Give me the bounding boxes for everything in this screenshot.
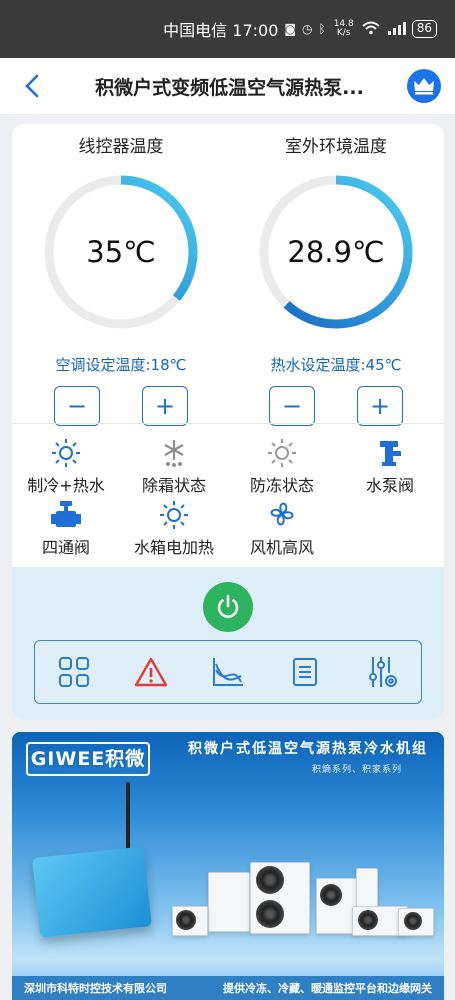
fan-grille <box>256 866 284 894</box>
grid-button[interactable] <box>52 650 96 694</box>
alarm-button[interactable] <box>129 650 173 694</box>
bluetooth-icon: ᛒ <box>318 22 326 36</box>
hot-water-setpoint: 热水设定温度:45℃ <box>270 356 402 374</box>
gauge-controller-temp: 线控器温度 35℃ 空调设定温度:18℃ − + <box>31 134 211 426</box>
sun-outline-icon <box>268 439 296 467</box>
settings-button[interactable] <box>360 650 404 694</box>
pump-valve-icon <box>380 441 401 466</box>
fan-grille <box>320 884 342 906</box>
gauge-outdoor-temp: 室外环境温度 28.9℃ 热水设定温度:45℃ − + <box>246 134 426 426</box>
carrier-time: 中国电信 17:00 <box>163 21 279 40</box>
grid-icon <box>58 657 89 687</box>
fan-grille <box>256 900 284 928</box>
status-bar: 中国电信 17:00 ◙ ◷ ᛒ 14.8 K/s 86 <box>0 0 455 58</box>
fan-grille <box>176 910 196 930</box>
ac-decrease-button[interactable]: − <box>54 386 100 426</box>
crown-icon <box>414 78 434 95</box>
banner-footer: 深圳市科特时控技术有限公司 提供冷冻、冷藏、暖通监控平台和边缘网关 <box>12 976 444 1000</box>
status-label: 防冻状态 <box>249 476 314 495</box>
fan-grille <box>404 912 422 930</box>
status-label: 水箱电加热 <box>133 538 214 557</box>
device-card: 线控器温度 35℃ 空调设定温度:18℃ − + 室外环境温度 28.9℃ 热水… <box>12 124 444 720</box>
alarm-icon: ◷ <box>302 22 313 36</box>
net-speed: 14.8 K/s <box>333 19 354 38</box>
list-icon <box>293 658 318 686</box>
status-label: 除霜状态 <box>141 476 206 495</box>
four-way-valve-icon <box>51 501 81 527</box>
temperature-gauge: 35℃ <box>41 172 201 332</box>
status-label: 制冷+热水 <box>27 476 105 495</box>
fan-icon <box>270 502 294 526</box>
signal-icon <box>386 21 406 38</box>
status-label: 四通阀 <box>41 538 90 557</box>
status-item: 水箱电加热 <box>120 496 228 558</box>
promo-banner[interactable]: GIWEE积微 积微户式低温空气源热泵冷水机组 积熵系列、积家系列 深圳市科特时… <box>12 732 444 1000</box>
power-button[interactable] <box>203 582 253 632</box>
status-label: 风机高风 <box>249 538 314 557</box>
company-slogan: 提供冷冻、冷藏、暖通监控平台和边缘网关 <box>223 982 432 995</box>
status-item: 除霜状态 <box>120 434 228 496</box>
nfc-icon: ◙ <box>284 22 297 36</box>
snowflake-icon <box>164 440 184 467</box>
back-button[interactable] <box>12 58 52 114</box>
banner-title: 积微户式低温空气源热泵冷水机组 <box>188 741 428 757</box>
gauge-value: 28.9℃ <box>287 235 385 269</box>
crown-button[interactable] <box>407 69 441 103</box>
sun-icon <box>160 501 188 529</box>
gauge-label: 室外环境温度 <box>285 137 387 157</box>
status-item: 制冷+热水 <box>12 434 120 496</box>
settings-sliders-icon <box>369 657 398 687</box>
function-toolbar <box>34 640 422 704</box>
banner-subtitle: 积熵系列、积家系列 <box>312 765 403 775</box>
control-panel <box>12 567 444 720</box>
status-item: 风机高风 <box>228 496 336 558</box>
chevron-left-icon <box>25 74 39 98</box>
ac-increase-button[interactable]: + <box>142 386 188 426</box>
list-button[interactable] <box>283 650 327 694</box>
gateway-device-image <box>32 846 152 938</box>
hot-water-decrease-button[interactable]: − <box>269 386 315 426</box>
status-item: 四通阀 <box>12 496 120 558</box>
status-item: 水泵阀 <box>336 434 444 496</box>
fan-grille <box>358 910 378 930</box>
page-title: 积微户式变频低温空气源热泵... <box>95 76 364 99</box>
power-icon <box>217 594 239 618</box>
status-label: 水泵阀 <box>365 476 414 495</box>
wifi-icon <box>362 21 380 38</box>
status-item: 防冻状态 <box>228 434 336 496</box>
ac-setpoint: 空调设定温度:18℃ <box>55 356 187 374</box>
chart-icon <box>212 658 243 686</box>
company-name: 深圳市科特时控技术有限公司 <box>24 982 167 995</box>
brand-logo: GIWEE积微 <box>26 742 150 776</box>
gauge-label: 线控器温度 <box>78 137 164 157</box>
warning-icon <box>134 657 167 687</box>
battery-icon: 86 <box>411 20 437 38</box>
app-header: 积微户式变频低温空气源热泵... <box>0 58 455 114</box>
sun-icon <box>52 439 80 467</box>
heat-pump-unit-image <box>208 872 250 932</box>
temperature-gauge: 28.9℃ <box>256 172 416 332</box>
gauge-value: 35℃ <box>86 235 156 269</box>
divider <box>12 423 444 424</box>
hot-water-increase-button[interactable]: + <box>357 386 403 426</box>
chart-button[interactable] <box>206 650 250 694</box>
